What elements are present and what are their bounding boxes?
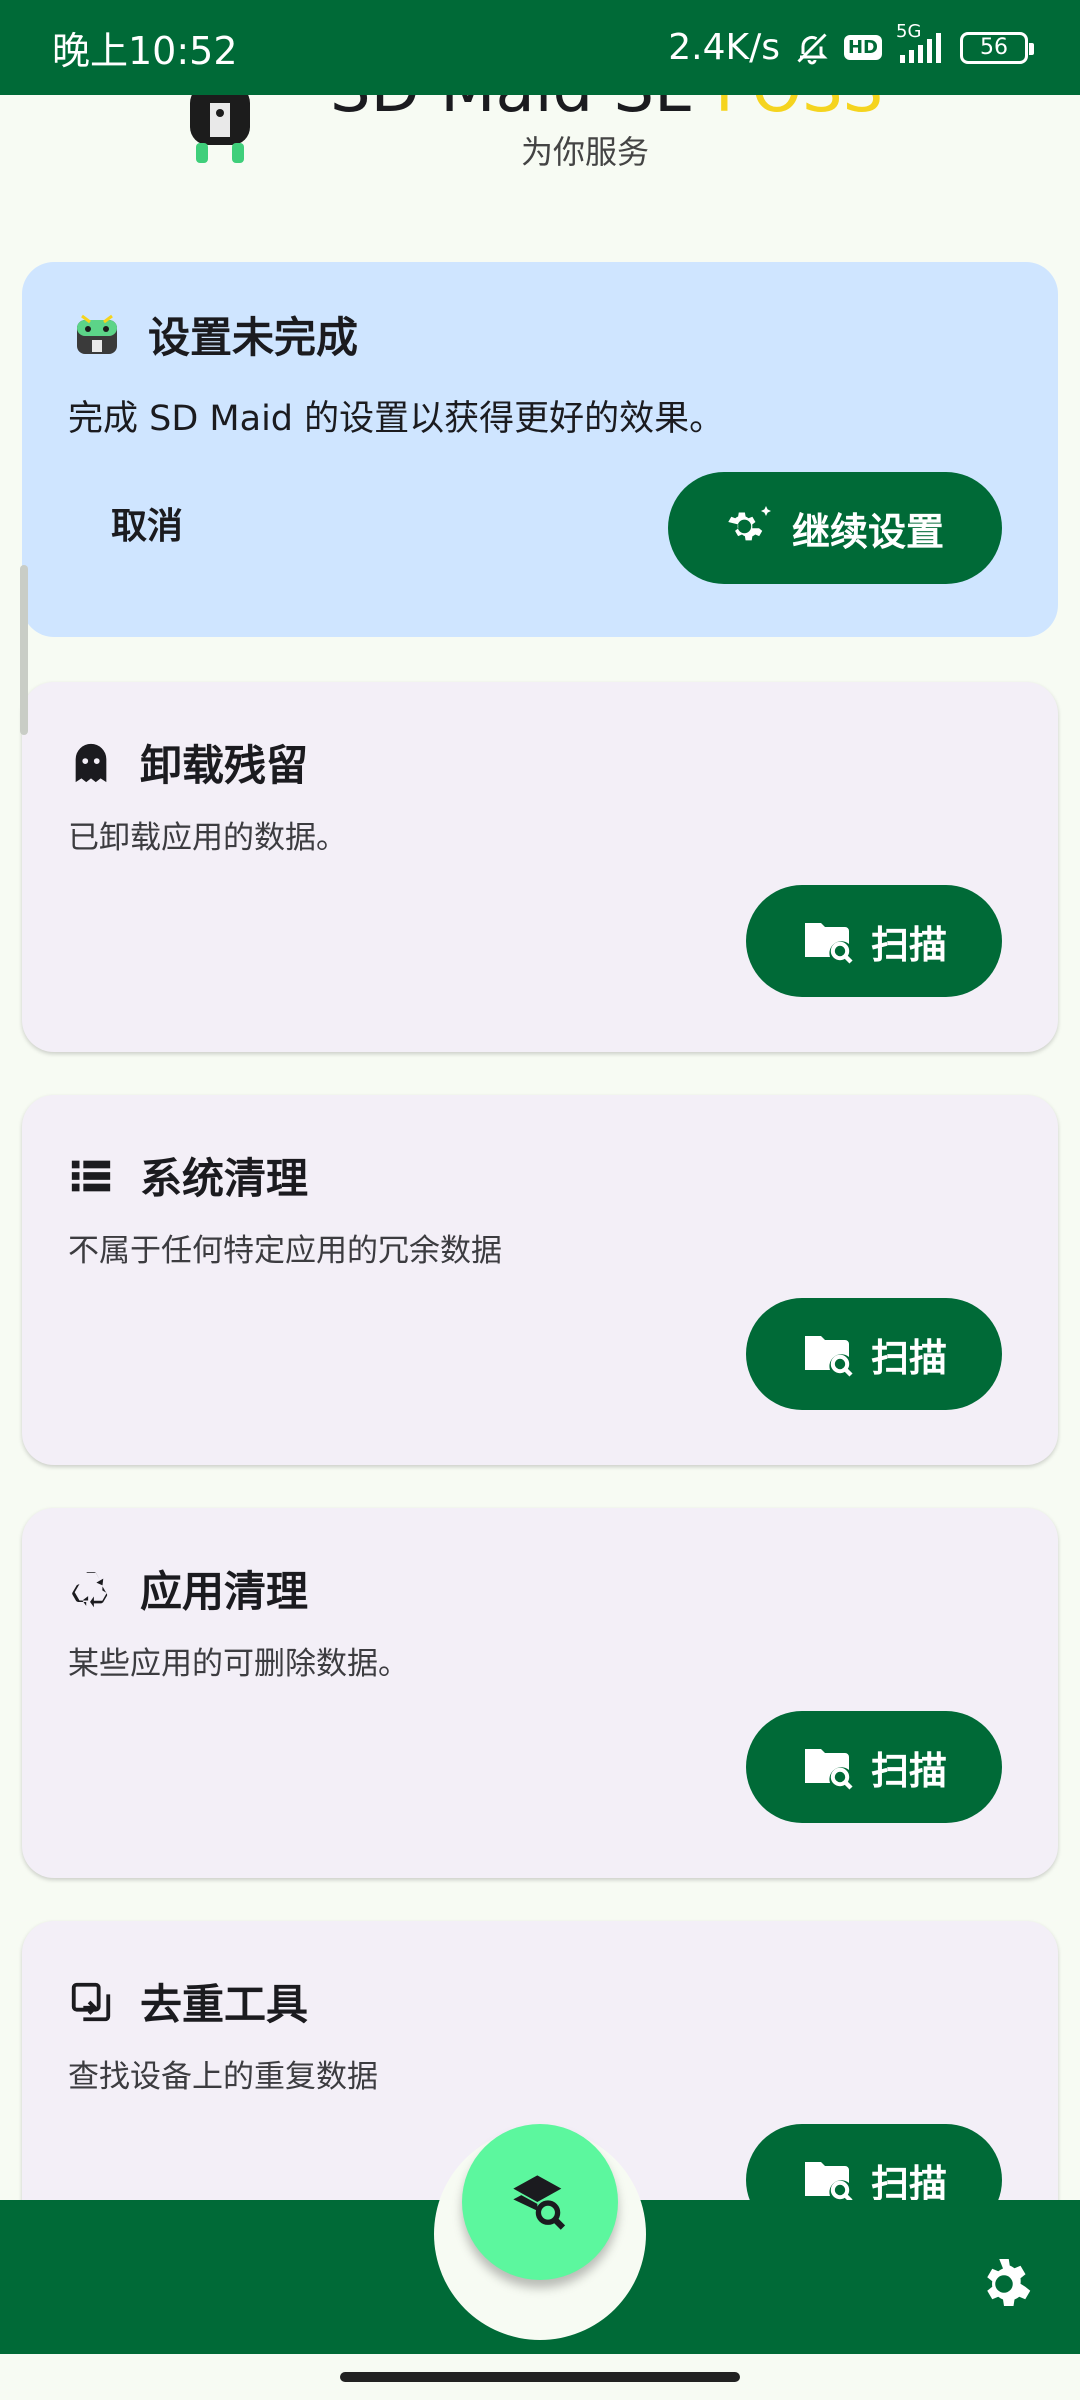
continue-setup-label: 继续设置: [791, 509, 944, 554]
gear-icon: [987, 2259, 1031, 2306]
app-title: SD Maid SE FOSS: [330, 95, 883, 127]
tool-card-description: 不属于任何特定应用的冗余数据: [68, 1233, 502, 1269]
tool-card-header: 去重工具: [68, 1971, 308, 2032]
tool-card-title: 系统清理: [140, 1154, 309, 1203]
tool-card-header: 卸载残留: [68, 732, 308, 793]
cancel-button[interactable]: 取消: [72, 467, 222, 579]
tool-card-description: 查找设备上的重复数据: [68, 2059, 378, 2095]
scan-button-label: 扫描: [870, 1748, 947, 1793]
scan-button[interactable]: 扫描: [746, 1711, 1002, 1823]
signal-label: 5G: [896, 20, 922, 42]
tool-card-description: 某些应用的可删除数据。: [68, 1646, 409, 1682]
tool-card-systemcleaner: 系统清理 不属于任何特定应用的冗余数据 扫描: [22, 1095, 1058, 1465]
app-title-accent: FOSS: [715, 95, 883, 127]
tool-card-header: 系统清理: [68, 1145, 308, 1206]
scan-button[interactable]: 扫描: [746, 1298, 1002, 1410]
app-subtitle: 为你服务: [520, 133, 649, 171]
folder-search-icon: [804, 2162, 853, 2203]
tool-card-title: 应用清理: [140, 1567, 309, 1616]
mute-bell-icon: [794, 30, 830, 66]
scan-all-fab[interactable]: [462, 2124, 618, 2280]
settings-button[interactable]: [968, 2248, 1040, 2320]
battery-indicator: 56: [960, 31, 1034, 64]
gesture-nav-handle[interactable]: [340, 2372, 740, 2382]
status-bar: 晚上10:52 2.4K/s HD 5G 56: [0, 0, 1080, 95]
status-indicators: 2.4K/s HD 5G 56: [668, 21, 1034, 68]
tool-card-appcleaner: 应用清理 某些应用的可删除数据。 扫描: [22, 1508, 1058, 1878]
tool-card-description: 已卸载应用的数据。: [68, 820, 347, 856]
folder-search-icon: [804, 1336, 853, 1377]
maid-icon: [77, 314, 117, 354]
scan-button-label: 扫描: [870, 922, 947, 967]
setup-card-description: 完成 SD Maid 的设置以获得更好的效果。: [68, 399, 725, 439]
scroll-indicator[interactable]: [20, 565, 28, 735]
list-icon: [71, 1160, 111, 1191]
tool-card-header: 应用清理: [68, 1558, 308, 1619]
folder-search-icon: [804, 923, 853, 964]
status-time: 晚上10:52: [52, 29, 238, 73]
tool-card-corpsefinder: 卸载残留 已卸载应用的数据。 扫描: [22, 682, 1058, 1052]
setup-card: 设置未完成 完成 SD Maid 的设置以获得更好的效果。 取消 继续设置: [22, 262, 1058, 637]
scan-button[interactable]: 扫描: [746, 885, 1002, 997]
battery-level: 56: [980, 35, 1008, 60]
duplicate-icon: [71, 1982, 111, 2021]
continue-setup-button[interactable]: 继续设置: [668, 472, 1002, 584]
app-header: SD Maid SE FOSS 为你服务: [0, 95, 1080, 255]
ghost-icon: [75, 743, 107, 782]
app-title-main: SD Maid SE: [330, 95, 715, 127]
folder-search-icon: [804, 1749, 853, 1790]
signal-icon: 5G: [896, 21, 946, 65]
setup-card-header: 设置未完成: [72, 304, 358, 365]
tool-card-title: 卸载残留: [140, 741, 309, 790]
scan-button-label: 扫描: [870, 1335, 947, 1380]
layers-search-icon: [513, 2175, 566, 2230]
setup-card-title: 设置未完成: [148, 313, 359, 362]
network-speed: 2.4K/s: [668, 27, 780, 68]
gear-sparkle-icon: [728, 506, 771, 541]
hd-badge: HD: [843, 35, 882, 60]
tool-card-title: 去重工具: [140, 1980, 309, 2029]
recycle-icon: [72, 1571, 108, 1607]
